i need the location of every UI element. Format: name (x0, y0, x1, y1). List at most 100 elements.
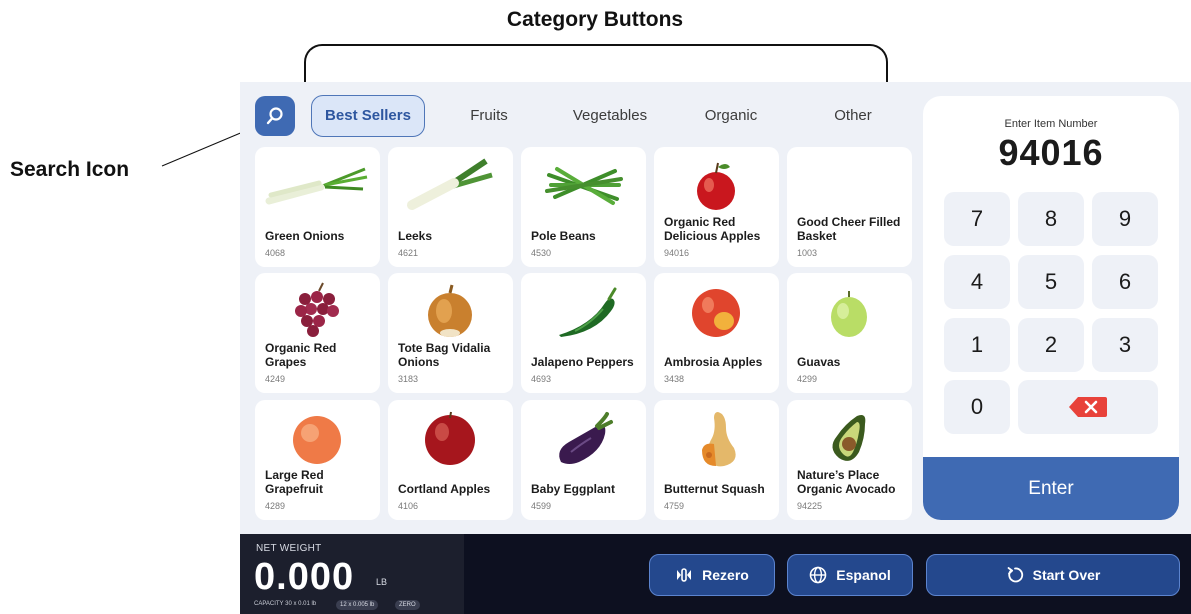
product-code: 4530 (531, 248, 552, 258)
product-name: Butternut Squash (664, 482, 765, 496)
tab-best-sellers[interactable]: Best Sellers (311, 95, 425, 137)
product-name: Cortland Apples (398, 482, 491, 496)
product-code: 4299 (797, 374, 818, 384)
product-card-jalapeno[interactable]: Jalapeno Peppers 4693 (521, 273, 646, 393)
product-name: Pole Beans (531, 229, 596, 243)
onion-icon (428, 284, 472, 337)
start-over-label: Start Over (1032, 567, 1101, 583)
butternut-squash-icon (702, 412, 736, 467)
product-card-organic-avocado[interactable]: Nature’s Place Organic Avocado 94225 (787, 400, 912, 520)
product-card-ambrosia-apples[interactable]: Ambrosia Apples 3438 (654, 273, 779, 393)
guava-icon (831, 291, 867, 337)
search-button[interactable] (255, 96, 295, 136)
net-weight-value: 0.000 (254, 556, 355, 598)
product-name: Jalapeno Peppers (531, 355, 634, 369)
product-name: Ambrosia Apples (664, 355, 763, 369)
tab-fruits[interactable]: Fruits (451, 95, 527, 137)
globe-icon (809, 566, 827, 584)
key-2[interactable]: 2 (1018, 318, 1084, 372)
product-card-organic-red-grapes[interactable]: Organic Red Grapes 4249 (255, 273, 380, 393)
product-code: 4068 (265, 248, 286, 258)
ambrosia-apple-icon (692, 289, 740, 337)
cortland-apple-icon (425, 411, 475, 465)
product-name: Nature’s Place Organic Avocado (797, 468, 896, 496)
key-6[interactable]: 6 (1092, 255, 1158, 309)
pole-beans-icon (545, 167, 623, 205)
product-code: 4289 (265, 501, 286, 511)
product-name: Guavas (797, 355, 841, 369)
product-card-green-onions[interactable]: Green Onions 4068 (255, 147, 380, 267)
product-card-baby-eggplant[interactable]: Baby Eggplant 4599 (521, 400, 646, 520)
product-code: 4599 (531, 501, 552, 511)
product-card-large-red-grapefruit[interactable]: Large Red Grapefruit 4289 (255, 400, 380, 520)
product-name: Organic Red Delicious Apples (664, 215, 761, 243)
screenshot-root: Category Buttons Search Icon Best Seller… (0, 0, 1191, 614)
product-code: 1003 (797, 248, 818, 258)
restart-icon (1007, 567, 1023, 583)
eggplant-icon (559, 412, 613, 464)
tab-organic[interactable]: Organic (691, 95, 771, 137)
net-weight-unit: LB (376, 577, 388, 587)
product-code: 3438 (664, 374, 685, 384)
key-9[interactable]: 9 (1092, 192, 1158, 246)
product-card-leeks[interactable]: Leeks 4621 (388, 147, 513, 267)
product-card-good-cheer-basket[interactable]: Good Cheer Filled Basket 1003 (787, 147, 912, 267)
product-card-organic-red-delicious[interactable]: Organic Red Delicious Apples 94016 (654, 147, 779, 267)
scale-zero-badge: ZERO (395, 600, 420, 610)
product-card-cortland-apples[interactable]: Cortland Apples 4106 (388, 400, 513, 520)
leek-icon (407, 158, 493, 210)
product-code: 4693 (531, 374, 552, 384)
rezero-button[interactable]: Rezero (649, 554, 775, 596)
key-4[interactable]: 4 (944, 255, 1010, 309)
scale-weight-panel: NET WEIGHT 0.000 LB CAPACITY 30 x 0.01 l… (240, 534, 464, 614)
grapefruit-icon (293, 416, 341, 464)
item-number-display: 94016 (998, 132, 1104, 173)
key-3[interactable]: 3 (1092, 318, 1158, 372)
product-code: 94016 (664, 248, 690, 258)
product-card-butternut-squash[interactable]: Butternut Squash 4759 (654, 400, 779, 520)
product-card-guavas[interactable]: Guavas 4299 (787, 273, 912, 393)
product-card-vidalia-onions[interactable]: Tote Bag Vidalia Onions 3183 (388, 273, 513, 393)
enter-button[interactable]: Enter (923, 457, 1179, 520)
scale-capacity: CAPACITY 30 x 0.01 lb (254, 601, 317, 607)
product-code: 4621 (398, 248, 419, 258)
green-onion-icon (265, 167, 368, 205)
rezero-label: Rezero (702, 567, 749, 583)
product-name: Large Red Grapefruit (265, 468, 324, 496)
key-0[interactable]: 0 (944, 380, 1010, 434)
category-buttons-annotation: Category Buttons (506, 8, 684, 31)
product-code: 94225 (797, 501, 823, 511)
backspace-button[interactable] (1018, 380, 1158, 434)
grapes-icon (295, 282, 339, 337)
key-5[interactable]: 5 (1018, 255, 1084, 309)
product-name: Leeks (398, 229, 433, 243)
rezero-icon (677, 568, 692, 582)
product-name: Green Onions (265, 229, 345, 243)
tab-other[interactable]: Other (817, 95, 889, 137)
key-1[interactable]: 1 (944, 318, 1010, 372)
espanol-label: Espanol (836, 567, 891, 583)
item-number-label: Enter Item Number (1004, 118, 1098, 130)
product-name: Baby Eggplant (531, 482, 616, 496)
scale-division-badge: 12 x 0.005 lb (336, 600, 379, 610)
product-name: Tote Bag Vidalia Onions (398, 341, 491, 369)
item-number-keypad: Enter Item Number 94016 7 8 9 4 5 6 1 2 … (923, 96, 1179, 520)
red-apple-icon (697, 162, 735, 210)
product-card-pole-beans[interactable]: Pole Beans 4530 (521, 147, 646, 267)
espanol-button[interactable]: Espanol (787, 554, 913, 596)
search-icon (266, 107, 283, 125)
product-name: Organic Red Grapes (265, 341, 337, 369)
product-code: 3183 (398, 374, 419, 384)
product-code: 4249 (265, 374, 286, 384)
net-weight-label: NET WEIGHT (256, 543, 322, 554)
key-7[interactable]: 7 (944, 192, 1010, 246)
jalapeno-icon (559, 287, 617, 337)
tab-vegetables[interactable]: Vegetables (559, 95, 661, 137)
product-code: 4106 (398, 501, 419, 511)
avocado-icon (832, 415, 866, 461)
product-name: Good Cheer Filled Basket (797, 215, 901, 243)
bottom-bar: NET WEIGHT 0.000 LB CAPACITY 30 x 0.01 l… (240, 534, 1191, 614)
key-8[interactable]: 8 (1018, 192, 1084, 246)
start-over-button[interactable]: Start Over (926, 554, 1180, 596)
backspace-icon (1069, 397, 1107, 417)
